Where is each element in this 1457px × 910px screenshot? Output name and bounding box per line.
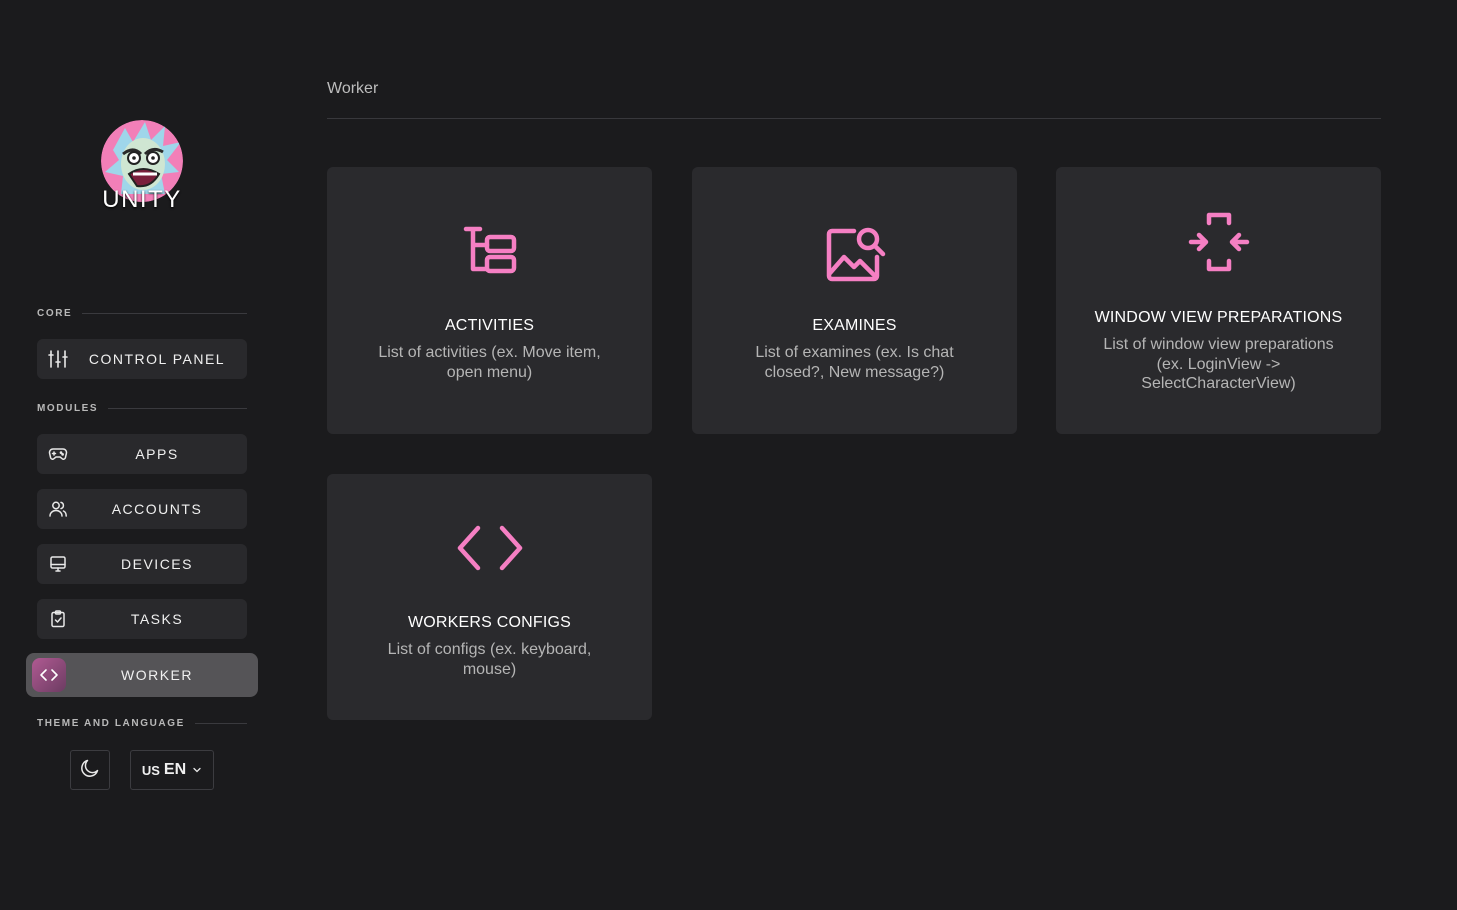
card-workers-configs-title: WORKERS CONFIGS	[407, 614, 571, 631]
modules-section-label: MODULES	[37, 402, 247, 414]
language-code: EN	[163, 761, 187, 778]
core-label-text: CORE	[37, 307, 73, 319]
card-examines[interactable]: EXAMINES List of examines (ex. Is chat c…	[692, 167, 1017, 434]
card-window-view-preparations[interactable]: WINDOW VIEW PREPARATIONS List of window …	[1056, 167, 1381, 434]
nav-control-panel[interactable]: CONTROL PANEL	[37, 339, 247, 379]
gamepad-icon	[48, 444, 68, 464]
card-workers-configs-description: List of configs (ex. keyboard, mouse)	[387, 641, 592, 678]
card-window-view-preparations-description: List of window view preparations (ex. Lo…	[1103, 336, 1334, 392]
chevron-down-icon	[192, 765, 202, 775]
card-activities-description: List of activities (ex. Move item, open …	[378, 344, 601, 381]
theme-language-section-label: THEME AND LANGUAGE	[37, 717, 247, 729]
theme-language-divider	[194, 722, 247, 724]
nav-accounts-label: ACCOUNTS	[111, 501, 203, 517]
hierarchy-icon	[462, 225, 518, 277]
core-divider	[82, 312, 247, 314]
moon-icon	[79, 757, 101, 784]
nav-control-panel-label: CONTROL PANEL	[88, 351, 226, 367]
nav-apps-label: APPS	[135, 446, 179, 462]
focus-arrows-icon	[1188, 211, 1250, 273]
nav-devices[interactable]: DEVICES	[37, 544, 247, 584]
brand-name: UNITY	[102, 186, 182, 213]
sliders-icon	[48, 349, 68, 369]
language-flag: US	[141, 762, 160, 778]
card-examines-description: List of examines (ex. Is chat closed?, N…	[755, 344, 954, 381]
code-icon	[456, 524, 524, 572]
brand-logo[interactable]: UNITY	[100, 120, 184, 216]
nav-worker[interactable]: WORKER	[26, 653, 258, 697]
nav-tasks-label: TASKS	[130, 611, 184, 627]
users-icon	[48, 499, 68, 519]
sidebar: UNITY CORE CONTROL PANEL MODULES APPS AC…	[0, 0, 284, 910]
card-workers-configs[interactable]: WORKERS CONFIGS List of configs (ex. key…	[327, 474, 652, 720]
nav-devices-label: DEVICES	[121, 556, 193, 572]
modules-divider	[108, 407, 247, 409]
monitor-icon	[48, 554, 68, 574]
core-section-label: CORE	[37, 307, 247, 319]
clipboard-check-icon	[48, 609, 68, 629]
page-title: Worker	[327, 80, 379, 97]
theme-language-label-text: THEME AND LANGUAGE	[37, 717, 185, 729]
title-divider	[327, 118, 1381, 119]
theme-toggle-button[interactable]	[70, 750, 110, 790]
nav-tasks[interactable]: TASKS	[37, 599, 247, 639]
card-activities-title: ACTIVITIES	[444, 317, 535, 334]
image-search-icon	[824, 221, 886, 283]
language-selector[interactable]: US EN	[130, 750, 214, 790]
nav-accounts[interactable]: ACCOUNTS	[37, 489, 247, 529]
nav-apps[interactable]: APPS	[37, 434, 247, 474]
card-examines-title: EXAMINES	[812, 317, 897, 334]
modules-label-text: MODULES	[37, 402, 99, 414]
card-activities[interactable]: ACTIVITIES List of activities (ex. Move …	[327, 167, 652, 434]
code-icon	[32, 658, 66, 692]
card-window-view-preparations-title: WINDOW VIEW PREPARATIONS	[1094, 309, 1343, 326]
